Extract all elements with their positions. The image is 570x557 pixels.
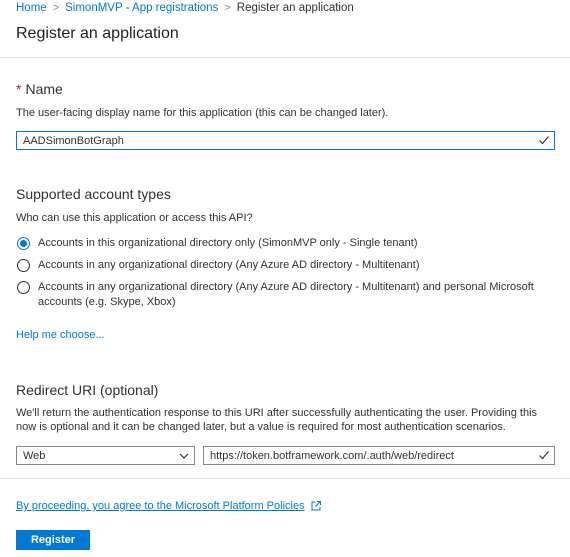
platform-policies-text: By proceeding, you agree to the Microsof… — [16, 500, 305, 512]
app-name-input-value: AADSimonBotGraph — [23, 134, 124, 147]
radio-button-selected[interactable] — [17, 237, 30, 250]
header-divider — [0, 57, 570, 58]
breadcrumb: Home > SimonMVP - App registrations > Re… — [16, 2, 354, 14]
account-types-question: Who can use this application or access t… — [16, 212, 253, 224]
platform-select[interactable]: Web — [16, 446, 195, 465]
breadcrumb-separator: > — [224, 2, 231, 14]
help-me-choose-link[interactable]: Help me choose... — [16, 329, 105, 341]
account-type-option-label: Accounts in any organizational directory… — [38, 259, 420, 271]
account-type-option-label: Accounts in any organizational directory… — [38, 281, 534, 308]
footer-divider — [0, 478, 570, 479]
name-heading: * Name — [16, 81, 63, 97]
account-type-option-multitenant[interactable]: Accounts in any organizational directory… — [17, 258, 538, 273]
account-types-heading: Supported account types — [16, 186, 171, 202]
register-button[interactable]: Register — [16, 530, 90, 550]
required-marker: * — [16, 81, 22, 97]
breadcrumb-current: Register an application — [236, 2, 354, 14]
platform-policies-link[interactable]: By proceeding, you agree to the Microsof… — [16, 500, 322, 512]
account-type-option-single-tenant[interactable]: Accounts in this organizational director… — [17, 236, 538, 251]
redirect-uri-heading: Redirect URI (optional) — [16, 382, 159, 398]
breadcrumb-app-registrations-link[interactable]: SimonMVP - App registrations — [65, 2, 218, 14]
page-title: Register an application — [16, 25, 179, 42]
breadcrumb-home-link[interactable]: Home — [16, 2, 47, 14]
chevron-down-icon — [179, 453, 189, 459]
radio-button[interactable] — [17, 281, 30, 294]
account-type-option-label: Accounts in this organizational director… — [38, 237, 418, 249]
redirect-uri-description: We'll return the authentication response… — [16, 407, 538, 433]
redirect-uri-input[interactable]: https://token.botframework.com/.auth/web… — [203, 446, 555, 465]
breadcrumb-separator: > — [52, 2, 60, 14]
redirect-uri-input-value: https://token.botframework.com/.auth/web… — [210, 449, 454, 462]
platform-select-value: Web — [23, 449, 46, 462]
name-heading-label: Name — [25, 81, 63, 97]
name-description: The user-facing display name for this ap… — [16, 107, 389, 119]
checkmark-icon — [539, 451, 549, 460]
radio-button[interactable] — [17, 259, 30, 272]
account-type-option-multitenant-personal[interactable]: Accounts in any organizational directory… — [17, 280, 538, 310]
checkmark-icon — [539, 136, 549, 145]
external-link-icon — [311, 501, 321, 511]
app-name-input[interactable]: AADSimonBotGraph — [16, 131, 555, 150]
